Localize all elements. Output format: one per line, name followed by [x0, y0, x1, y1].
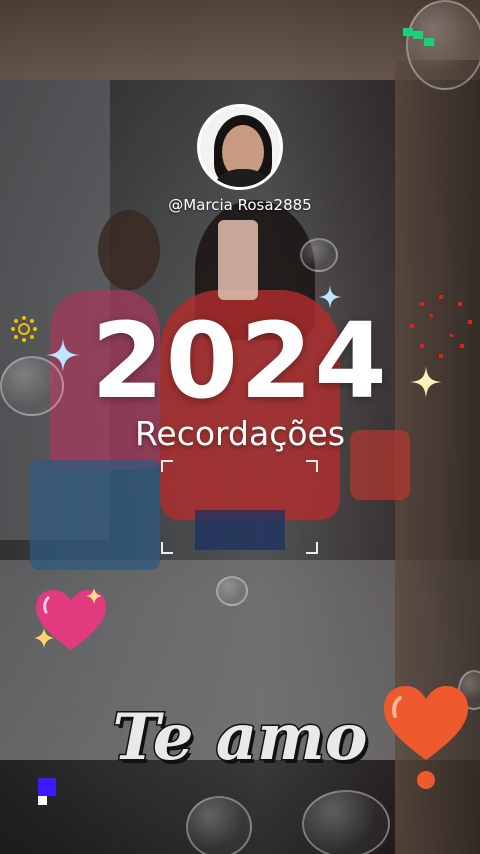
photo-boy-head — [98, 210, 160, 290]
sparkle-icon — [318, 285, 342, 309]
photo-girl-shorts — [195, 510, 285, 550]
story-canvas: @Marcia Rosa2885 2024 Recordações Te amo — [0, 0, 480, 854]
heart-bubble-icon — [300, 238, 338, 272]
heart-bubble-icon — [216, 576, 248, 606]
sun-icon — [11, 316, 37, 342]
heart-bubble-icon — [302, 790, 390, 854]
photo-boy-shorts — [30, 460, 160, 570]
pixel-cluster-icon — [403, 28, 434, 46]
frame-corner-top-left — [161, 460, 173, 472]
frame-corner-top-right — [306, 460, 318, 472]
frame-corner-bottom-right — [306, 542, 318, 554]
sparkle-icon — [46, 338, 80, 372]
photo-phone — [218, 220, 258, 300]
subtitle: Recordações — [134, 414, 346, 453]
heart-icon — [34, 588, 106, 650]
heart-bubble-icon — [186, 796, 252, 854]
avatar[interactable] — [197, 104, 283, 190]
caption-text: Te amo — [111, 699, 369, 777]
pixel-cluster-icon — [38, 778, 56, 805]
dot-ring-icon — [410, 295, 472, 358]
frame-corner-bottom-left — [161, 542, 173, 554]
sparkle-icon — [410, 366, 442, 398]
username[interactable]: @Marcia Rosa2885 — [0, 196, 480, 214]
